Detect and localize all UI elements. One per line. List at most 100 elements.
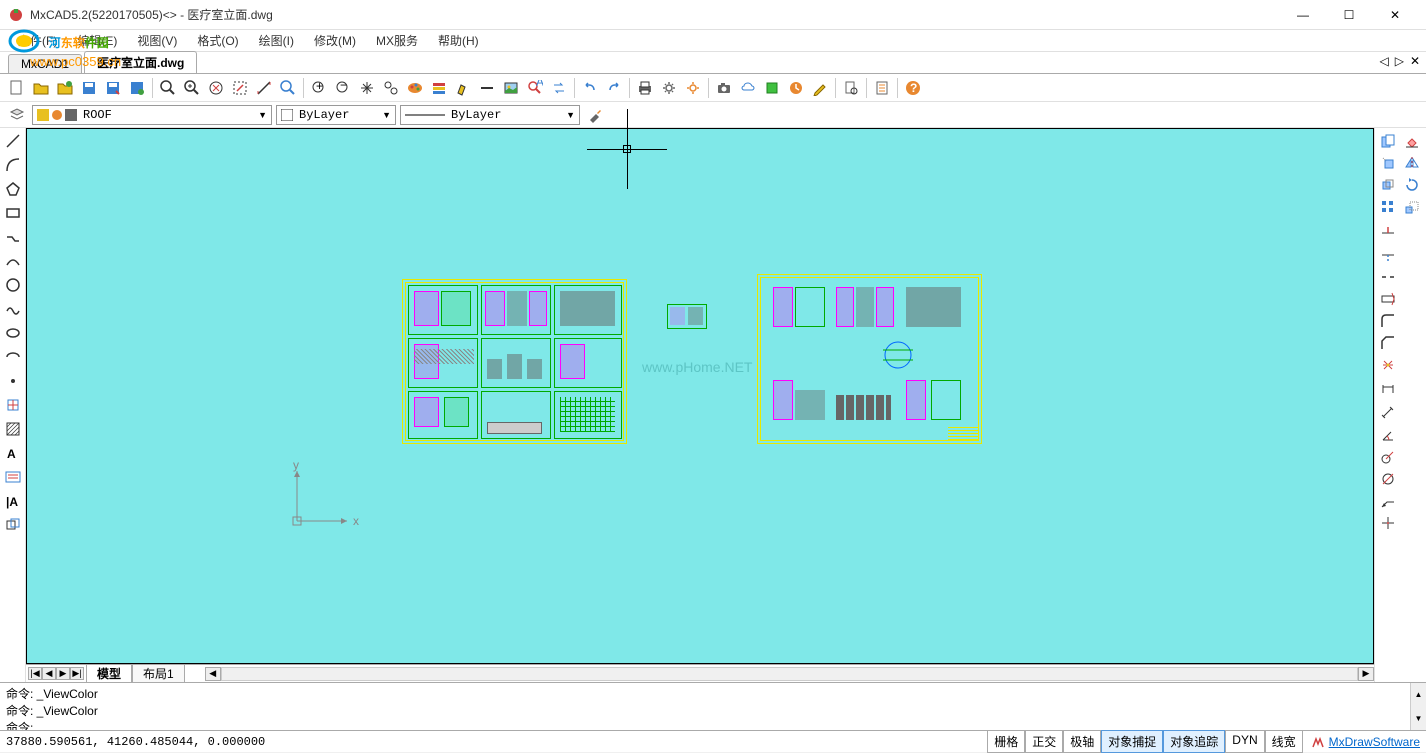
move-tool-icon[interactable]	[1377, 152, 1399, 174]
zoom-realtime-icon[interactable]	[277, 77, 299, 99]
image-icon[interactable]	[500, 77, 522, 99]
replace-icon[interactable]	[548, 77, 570, 99]
menu-draw[interactable]: 绘图(I)	[249, 30, 304, 51]
saveas-icon[interactable]	[102, 77, 124, 99]
extend-tool-icon[interactable]	[1377, 244, 1399, 266]
camera-icon[interactable]	[713, 77, 735, 99]
dim-diameter-icon[interactable]	[1377, 468, 1399, 490]
cloud-icon[interactable]	[737, 77, 759, 99]
palette-icon[interactable]	[404, 77, 426, 99]
arc-tool-icon[interactable]	[2, 154, 24, 176]
layers-icon[interactable]	[428, 77, 450, 99]
zoom-extents-icon[interactable]	[229, 77, 251, 99]
pencil-icon[interactable]	[809, 77, 831, 99]
rotate-tool-icon[interactable]	[1401, 174, 1423, 196]
hatch-tool-icon[interactable]	[2, 418, 24, 440]
doc-tab-1[interactable]: MxCAD1	[8, 54, 82, 73]
toggle-lwt[interactable]: 线宽	[1265, 730, 1303, 753]
hscroll-right[interactable]: ▶	[1358, 667, 1374, 681]
hscroll-left[interactable]: ◀	[205, 667, 221, 681]
tab-nav-prev[interactable]: ◁	[1377, 54, 1390, 68]
hscroll-track[interactable]	[221, 667, 1358, 681]
tab-nav-next[interactable]: ▷	[1393, 54, 1406, 68]
ellipse-arc-tool-icon[interactable]	[2, 346, 24, 368]
color-dropdown[interactable]: ByLayer ▼	[276, 105, 396, 125]
zoom-in-icon[interactable]	[181, 77, 203, 99]
save-icon[interactable]	[78, 77, 100, 99]
tab-nav-close[interactable]: ✕	[1408, 54, 1422, 68]
dim-radius-icon[interactable]	[1377, 446, 1399, 468]
layout-tab-1[interactable]: 布局1	[132, 664, 185, 683]
brand-link[interactable]: MxDrawSoftware	[1311, 735, 1420, 749]
dim-aligned-icon[interactable]	[1377, 402, 1399, 424]
stretch-tool-icon[interactable]	[1377, 288, 1399, 310]
doc-list-icon[interactable]	[871, 77, 893, 99]
toggle-polar[interactable]: 极轴	[1063, 730, 1101, 753]
maximize-button[interactable]: ☐	[1326, 0, 1372, 30]
layout-nav-last[interactable]: ▶|	[70, 667, 84, 680]
highlight-icon[interactable]	[452, 77, 474, 99]
new-icon[interactable]	[6, 77, 28, 99]
close-button[interactable]: ✕	[1372, 0, 1418, 30]
command-window[interactable]: 命令: _ViewColor 命令: _ViewColor 命令: ▲ ▼	[0, 682, 1426, 730]
redo-icon[interactable]	[603, 77, 625, 99]
undo-icon[interactable]	[579, 77, 601, 99]
menu-view[interactable]: 视图(V)	[127, 30, 187, 51]
copy-tool-icon[interactable]	[1377, 130, 1399, 152]
offset-tool-icon[interactable]	[1377, 174, 1399, 196]
layer-dropdown[interactable]: ROOF ▼	[32, 105, 272, 125]
clock-icon[interactable]	[785, 77, 807, 99]
menu-help[interactable]: 帮助(H)	[428, 30, 489, 51]
layer-manager-icon[interactable]	[6, 104, 28, 126]
minimize-button[interactable]: —	[1280, 0, 1326, 30]
point-tool-icon[interactable]	[2, 370, 24, 392]
cmd-scroll-down[interactable]: ▼	[1411, 707, 1426, 731]
trim-tool-icon[interactable]	[1377, 222, 1399, 244]
brush-icon[interactable]	[584, 104, 606, 126]
mirror-tool-icon[interactable]	[1401, 152, 1423, 174]
chamfer-tool-icon[interactable]	[1377, 332, 1399, 354]
ellipse-tool-icon[interactable]	[2, 322, 24, 344]
menu-edit[interactable]: 编辑(E)	[67, 30, 127, 51]
measure-icon[interactable]	[253, 77, 275, 99]
doc-tab-2[interactable]: 医疗室立面.dwg	[84, 51, 197, 73]
explode-tool-icon[interactable]	[1377, 354, 1399, 376]
polygon-tool-icon[interactable]	[2, 178, 24, 200]
zoom-minus-icon[interactable]: −	[332, 77, 354, 99]
dim-ord-icon[interactable]	[1377, 512, 1399, 534]
dim-angular-icon[interactable]	[1377, 424, 1399, 446]
open-icon[interactable]	[30, 77, 52, 99]
spline-tool-icon[interactable]	[2, 298, 24, 320]
drawing-canvas[interactable]: www.pHome.NET x y	[26, 128, 1374, 664]
pline-tool-icon[interactable]	[2, 226, 24, 248]
toggle-dyn[interactable]: DYN	[1225, 730, 1264, 753]
text-tool-icon[interactable]: A	[2, 442, 24, 464]
menu-file[interactable]: 文件(F)	[8, 30, 67, 51]
line-tool-icon[interactable]	[2, 130, 24, 152]
find-icon[interactable]: A	[524, 77, 546, 99]
zoom-plus-icon[interactable]: +	[308, 77, 330, 99]
box-icon[interactable]	[761, 77, 783, 99]
toggle-grid[interactable]: 栅格	[987, 730, 1025, 753]
toggle-ortho[interactable]: 正交	[1025, 730, 1063, 753]
linetype-dropdown[interactable]: ByLayer ▼	[400, 105, 580, 125]
toggle-otrack[interactable]: 对象追踪	[1163, 730, 1225, 753]
leader-icon[interactable]	[1377, 490, 1399, 512]
pan-icon[interactable]	[356, 77, 378, 99]
erase-tool-icon[interactable]	[1401, 130, 1423, 152]
layout-nav-next[interactable]: ▶	[56, 667, 70, 680]
cmd-scroll-up[interactable]: ▲	[1411, 683, 1426, 707]
open-net-icon[interactable]	[54, 77, 76, 99]
mtext-tool-icon[interactable]	[2, 466, 24, 488]
print-icon[interactable]	[634, 77, 656, 99]
layout-nav-first[interactable]: |◀	[28, 667, 42, 680]
fillet-tool-icon[interactable]	[1377, 310, 1399, 332]
menu-mx[interactable]: MX服务	[366, 30, 428, 51]
layout-tab-model[interactable]: 模型	[86, 664, 132, 683]
circle-tool-icon[interactable]	[2, 274, 24, 296]
region-tool-icon[interactable]	[2, 514, 24, 536]
search-doc-icon[interactable]	[840, 77, 862, 99]
regen-icon[interactable]	[380, 77, 402, 99]
rectangle-tool-icon[interactable]	[2, 202, 24, 224]
arc3p-tool-icon[interactable]	[2, 250, 24, 272]
